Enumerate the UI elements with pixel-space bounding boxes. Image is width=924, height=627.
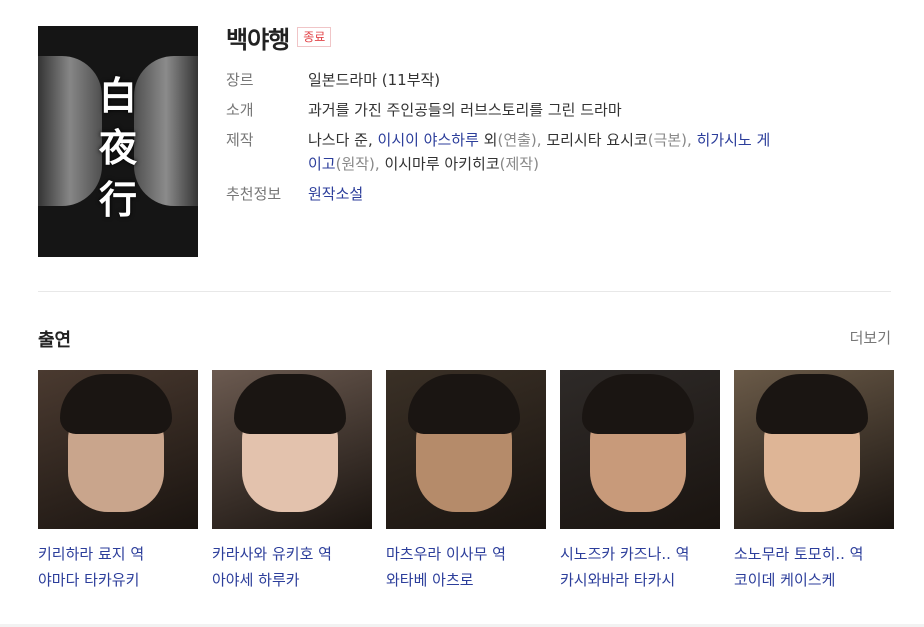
cast-role[interactable]: 소노무라 토모히.. 역 [734, 541, 894, 567]
credit-link-director[interactable]: 이시이 야스하루 [378, 131, 479, 149]
info-value: 일본드라마 (11부작) [308, 71, 441, 89]
credit-role: (극본), [647, 131, 697, 149]
credit-text: 나스다 준, [308, 131, 378, 149]
info-label: 장르 [226, 71, 254, 89]
cast-hair [408, 374, 520, 434]
credit-link-author-cont[interactable]: 이고 [308, 155, 336, 173]
info-row-recommend: 추천정보 원작소설 [226, 182, 866, 206]
cast-hair [582, 374, 694, 434]
poster-kanji-2: 夜 [98, 125, 138, 170]
cast-photo[interactable] [386, 370, 546, 529]
poster-image[interactable]: 白 夜 行 [38, 26, 198, 257]
info-value: 과거를 가진 주인공들의 러브스토리를 그린 드라마 [308, 101, 622, 119]
cast-role[interactable]: 카라사와 유키호 역 [212, 541, 372, 567]
cast-hair [60, 374, 172, 434]
cast-item[interactable]: 시노즈카 카즈나.. 역 카시와바라 타카시 [560, 370, 720, 593]
cast-photo[interactable] [560, 370, 720, 529]
cast-item[interactable]: 카라사와 유키호 역 아야세 하루카 [212, 370, 372, 593]
poster-face-right [134, 56, 198, 206]
cast-role[interactable]: 시노즈카 카즈나.. 역 [560, 541, 720, 567]
cast-item[interactable]: 소노무라 토모히.. 역 코이데 케이스케 [734, 370, 894, 593]
credit-link-author[interactable]: 히가시노 게 [697, 131, 771, 149]
cast-role[interactable]: 마츠우라 이사무 역 [386, 541, 546, 567]
cast-actor[interactable]: 코이데 케이스케 [734, 567, 894, 593]
cast-photo[interactable] [734, 370, 894, 529]
info-label: 소개 [226, 101, 254, 119]
status-badge: 종료 [297, 27, 332, 47]
credit-text: 외 [478, 131, 498, 149]
credit-role: (제작) [499, 155, 539, 173]
cast-actor[interactable]: 카시와바라 타카시 [560, 567, 720, 593]
more-link[interactable]: 더보기 [850, 327, 891, 348]
info-list: 장르 일본드라마 (11부작) 소개 과거를 가진 주인공들의 러브스토리를 그… [226, 68, 866, 212]
info-value: 나스다 준, 이시이 야스하루 외(연출), 모리시타 요시코(극본), 히가시… [308, 128, 770, 176]
info-row-genre: 장르 일본드라마 (11부작) [226, 68, 866, 92]
credit-role: (원작), [335, 155, 385, 173]
cast-section-title: 출연 [38, 330, 72, 351]
cast-photo[interactable] [212, 370, 372, 529]
cast-hair [756, 374, 868, 434]
info-label: 추천정보 [226, 185, 282, 203]
cast-item[interactable]: 키리하라 료지 역 야마다 타카유키 [38, 370, 198, 593]
cast-item[interactable]: 마츠우라 이사무 역 와타베 아츠로 [386, 370, 546, 593]
cast-role[interactable]: 키리하라 료지 역 [38, 541, 198, 567]
credit-text: 모리시타 요시코 [546, 131, 648, 149]
credit-role: (연출), [497, 131, 547, 149]
info-label: 제작 [226, 131, 254, 149]
page-title: 백야행 [226, 25, 290, 54]
info-row-intro: 소개 과거를 가진 주인공들의 러브스토리를 그린 드라마 [226, 98, 866, 122]
recommend-link[interactable]: 원작소설 [308, 182, 363, 206]
cast-list: 키리하라 료지 역 야마다 타카유키 카라사와 유키호 역 아야세 하루카 마츠… [38, 370, 894, 593]
poster-kanji-3: 行 [98, 177, 138, 222]
cast-photo[interactable] [38, 370, 198, 529]
section-divider [38, 291, 891, 292]
cast-actor[interactable]: 와타베 아츠로 [386, 567, 546, 593]
info-row-production: 제작 나스다 준, 이시이 야스하루 외(연출), 모리시타 요시코(극본), … [226, 128, 866, 176]
credit-text: 이시마루 아키히코 [384, 155, 500, 173]
cast-hair [234, 374, 346, 434]
cast-actor[interactable]: 아야세 하루카 [212, 567, 372, 593]
cast-actor[interactable]: 야마다 타카유키 [38, 567, 198, 593]
poster-face-left [38, 56, 102, 206]
poster-kanji-1: 白 [98, 73, 138, 118]
title-row: 백야행 종료 [226, 20, 332, 54]
